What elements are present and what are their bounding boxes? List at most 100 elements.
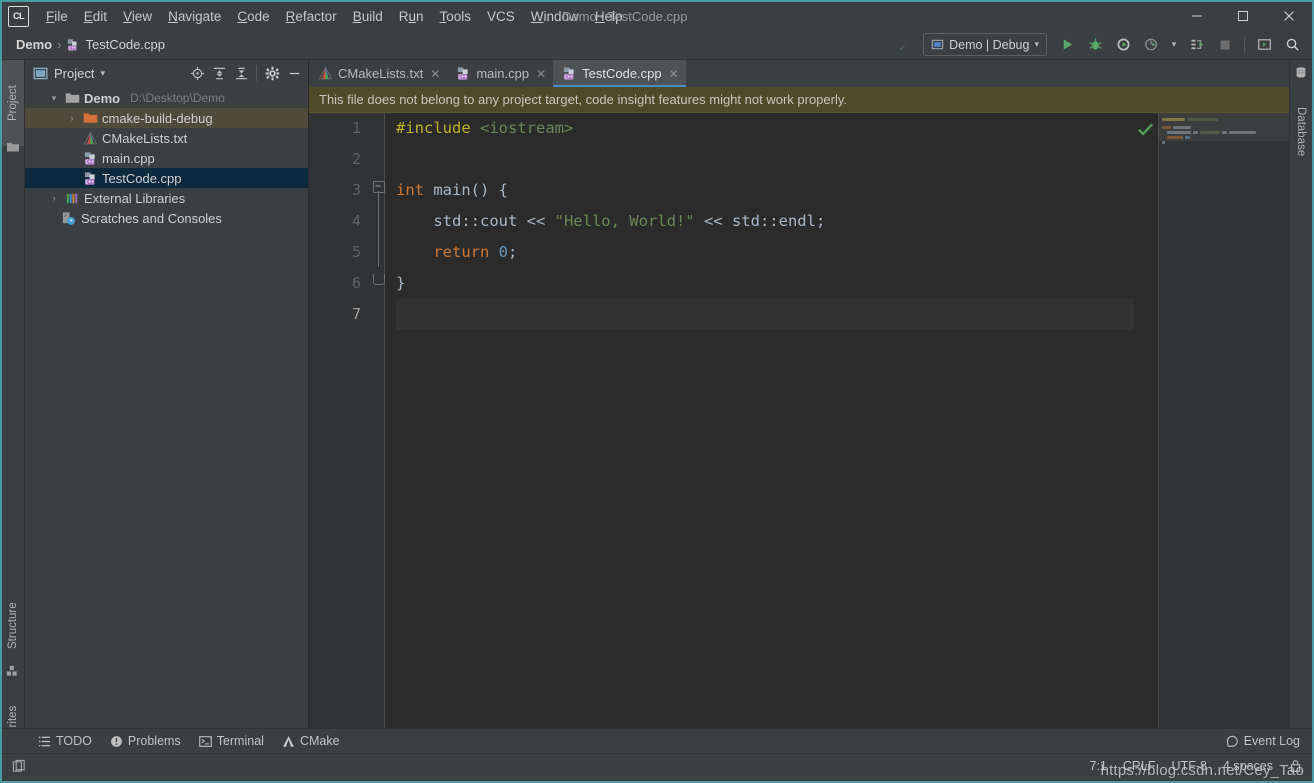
menu-file[interactable]: File <box>38 7 76 26</box>
run-coverage-icon[interactable] <box>1109 33 1137 57</box>
minimize-button[interactable] <box>1174 2 1220 30</box>
tab-testcode-cpp[interactable]: C++ TestCode.cpp ✕ <box>553 60 686 87</box>
attach-to-process-icon[interactable] <box>1183 33 1211 57</box>
tree-node-path: D:\Desktop\Demo <box>130 91 225 105</box>
scratches-icon: > <box>61 211 77 226</box>
chevron-down-icon[interactable]: ▾ <box>47 93 61 104</box>
keyword-int: int <box>396 181 424 199</box>
terminal-toggle-icon[interactable] <box>1250 33 1278 57</box>
chevron-right-icon[interactable]: › <box>47 193 61 203</box>
menu-help[interactable]: Help <box>587 7 631 26</box>
maximize-button[interactable] <box>1220 2 1266 30</box>
tree-node-external-libraries[interactable]: › External Libraries <box>25 188 308 208</box>
editor-layout-icon[interactable] <box>12 759 27 774</box>
tree-node-testcode-cpp[interactable]: C++ TestCode.cpp <box>25 168 308 188</box>
close-icon[interactable]: ✕ <box>430 67 440 81</box>
tree-node-label: External Libraries <box>84 190 186 206</box>
line-number-current: 7 <box>351 305 361 323</box>
settings-gear-icon[interactable] <box>262 63 282 83</box>
database-icon <box>1294 66 1308 80</box>
breadcrumb-file[interactable]: TestCode.cpp <box>85 37 165 52</box>
event-log-button[interactable]: Event Log <box>1226 734 1300 748</box>
menu-build[interactable]: Build <box>345 7 391 26</box>
tab-cmakelists-txt[interactable]: CMakeLists.txt ✕ <box>309 60 447 87</box>
code-fragment: << std::endl; <box>694 212 826 230</box>
run-icon[interactable] <box>1053 33 1081 57</box>
minimap-code-block <box>1173 126 1191 129</box>
cpp-file-icon: C++ <box>83 151 98 166</box>
menu-view[interactable]: View <box>115 7 160 26</box>
minimap-code-block <box>1162 118 1185 121</box>
tree-node-scratches[interactable]: > Scratches and Consoles <box>25 208 308 228</box>
fold-end-icon[interactable] <box>373 274 385 285</box>
bottom-item-cmake[interactable]: CMake <box>282 734 340 748</box>
breadcrumb-project[interactable]: Demo <box>16 37 52 52</box>
sidebar-item-database[interactable]: Database <box>1290 84 1312 180</box>
run-toolbar: Demo | Debug ▾ ▾ <box>891 30 1306 59</box>
project-panel-title-group[interactable]: Project ▾ <box>33 66 105 81</box>
expand-all-icon[interactable] <box>209 63 229 83</box>
inspection-status-column[interactable] <box>1134 113 1158 728</box>
tree-node-cmakelists[interactable]: CMakeLists.txt <box>25 128 308 148</box>
hide-panel-icon[interactable] <box>284 63 304 83</box>
fold-collapse-icon[interactable] <box>373 181 385 193</box>
close-icon[interactable]: ✕ <box>669 67 679 81</box>
bottom-item-todo[interactable]: TODO <box>38 734 92 748</box>
menu-tools[interactable]: Tools <box>432 7 480 26</box>
sidebar-item-project[interactable]: Project <box>2 60 24 146</box>
chevron-down-icon[interactable]: ▾ <box>1165 33 1183 57</box>
code-line-3: int main() { <box>396 175 1134 206</box>
terminal-icon <box>198 735 212 748</box>
sidebar-item-structure[interactable]: Structure <box>2 580 24 672</box>
tree-node-main-cpp[interactable]: C++ main.cpp <box>25 148 308 168</box>
profile-icon[interactable] <box>1137 33 1165 57</box>
search-icon[interactable] <box>1278 33 1306 57</box>
menu-refactor[interactable]: Refactor <box>278 7 345 26</box>
menu-window[interactable]: Window <box>523 7 587 26</box>
close-button[interactable] <box>1266 2 1312 30</box>
menu-navigate[interactable]: Navigate <box>160 7 229 26</box>
menu-edit[interactable]: Edit <box>76 7 115 26</box>
line-number-gutter[interactable]: 1 2 3 4 5 6 7 <box>309 113 372 728</box>
editor-minimap[interactable] <box>1158 113 1289 728</box>
todo-icon <box>38 735 51 748</box>
bottom-item-problems[interactable]: Problems <box>110 734 181 748</box>
tree-node-demo[interactable]: ▾ Demo D:\Desktop\Demo <box>25 88 308 108</box>
event-log-icon <box>1226 735 1239 748</box>
folder-module-icon <box>65 91 80 105</box>
menu-run[interactable]: Run <box>391 7 432 26</box>
chevron-down-icon[interactable]: ▾ <box>100 68 105 79</box>
line-number: 5 <box>351 243 361 261</box>
run-configuration-selector[interactable]: Demo | Debug ▾ <box>923 33 1047 56</box>
ok-check-icon[interactable] <box>1137 121 1154 138</box>
menu-vcs[interactable]: VCS <box>479 7 523 26</box>
chevron-right-icon[interactable]: › <box>65 113 79 123</box>
code-line-4: std::cout << "Hello, World!" << std::end… <box>396 206 1134 237</box>
debug-icon[interactable] <box>1081 33 1109 57</box>
watermark-text: https://blog.csdn.net/Cey_Tao <box>1100 762 1304 779</box>
editor-tab-bar: CMakeLists.txt ✕ C++ main.cpp ✕ C++ Test… <box>309 60 1289 87</box>
editor-notification-banner: This file does not belong to any project… <box>309 87 1289 113</box>
code-line-6: } <box>396 268 1134 299</box>
string-literal: "Hello, World!" <box>554 212 695 230</box>
collapse-all-icon[interactable] <box>231 63 251 83</box>
line-number: 4 <box>351 212 361 230</box>
numeric-literal: 0 <box>498 243 509 261</box>
menu-code[interactable]: Code <box>229 7 277 26</box>
code-text-area[interactable]: #include <iostream> int main() { std::co… <box>385 113 1134 728</box>
tree-node-cmake-build-debug[interactable]: › cmake-build-debug <box>25 108 308 128</box>
problems-icon <box>110 735 123 748</box>
folder-excluded-icon <box>83 111 98 125</box>
tab-main-cpp[interactable]: C++ main.cpp ✕ <box>447 60 553 87</box>
minimap-code-block <box>1185 136 1190 139</box>
locate-icon[interactable] <box>187 63 207 83</box>
build-icon[interactable] <box>891 33 919 57</box>
stop-icon[interactable] <box>1211 33 1239 57</box>
event-log-label: Event Log <box>1243 734 1300 748</box>
code-folding-column[interactable] <box>372 113 385 728</box>
close-icon[interactable]: ✕ <box>536 67 546 81</box>
tree-node-label: main.cpp <box>102 150 155 166</box>
bottom-item-terminal[interactable]: Terminal <box>198 734 264 748</box>
chevron-down-icon: ▾ <box>1034 39 1039 49</box>
